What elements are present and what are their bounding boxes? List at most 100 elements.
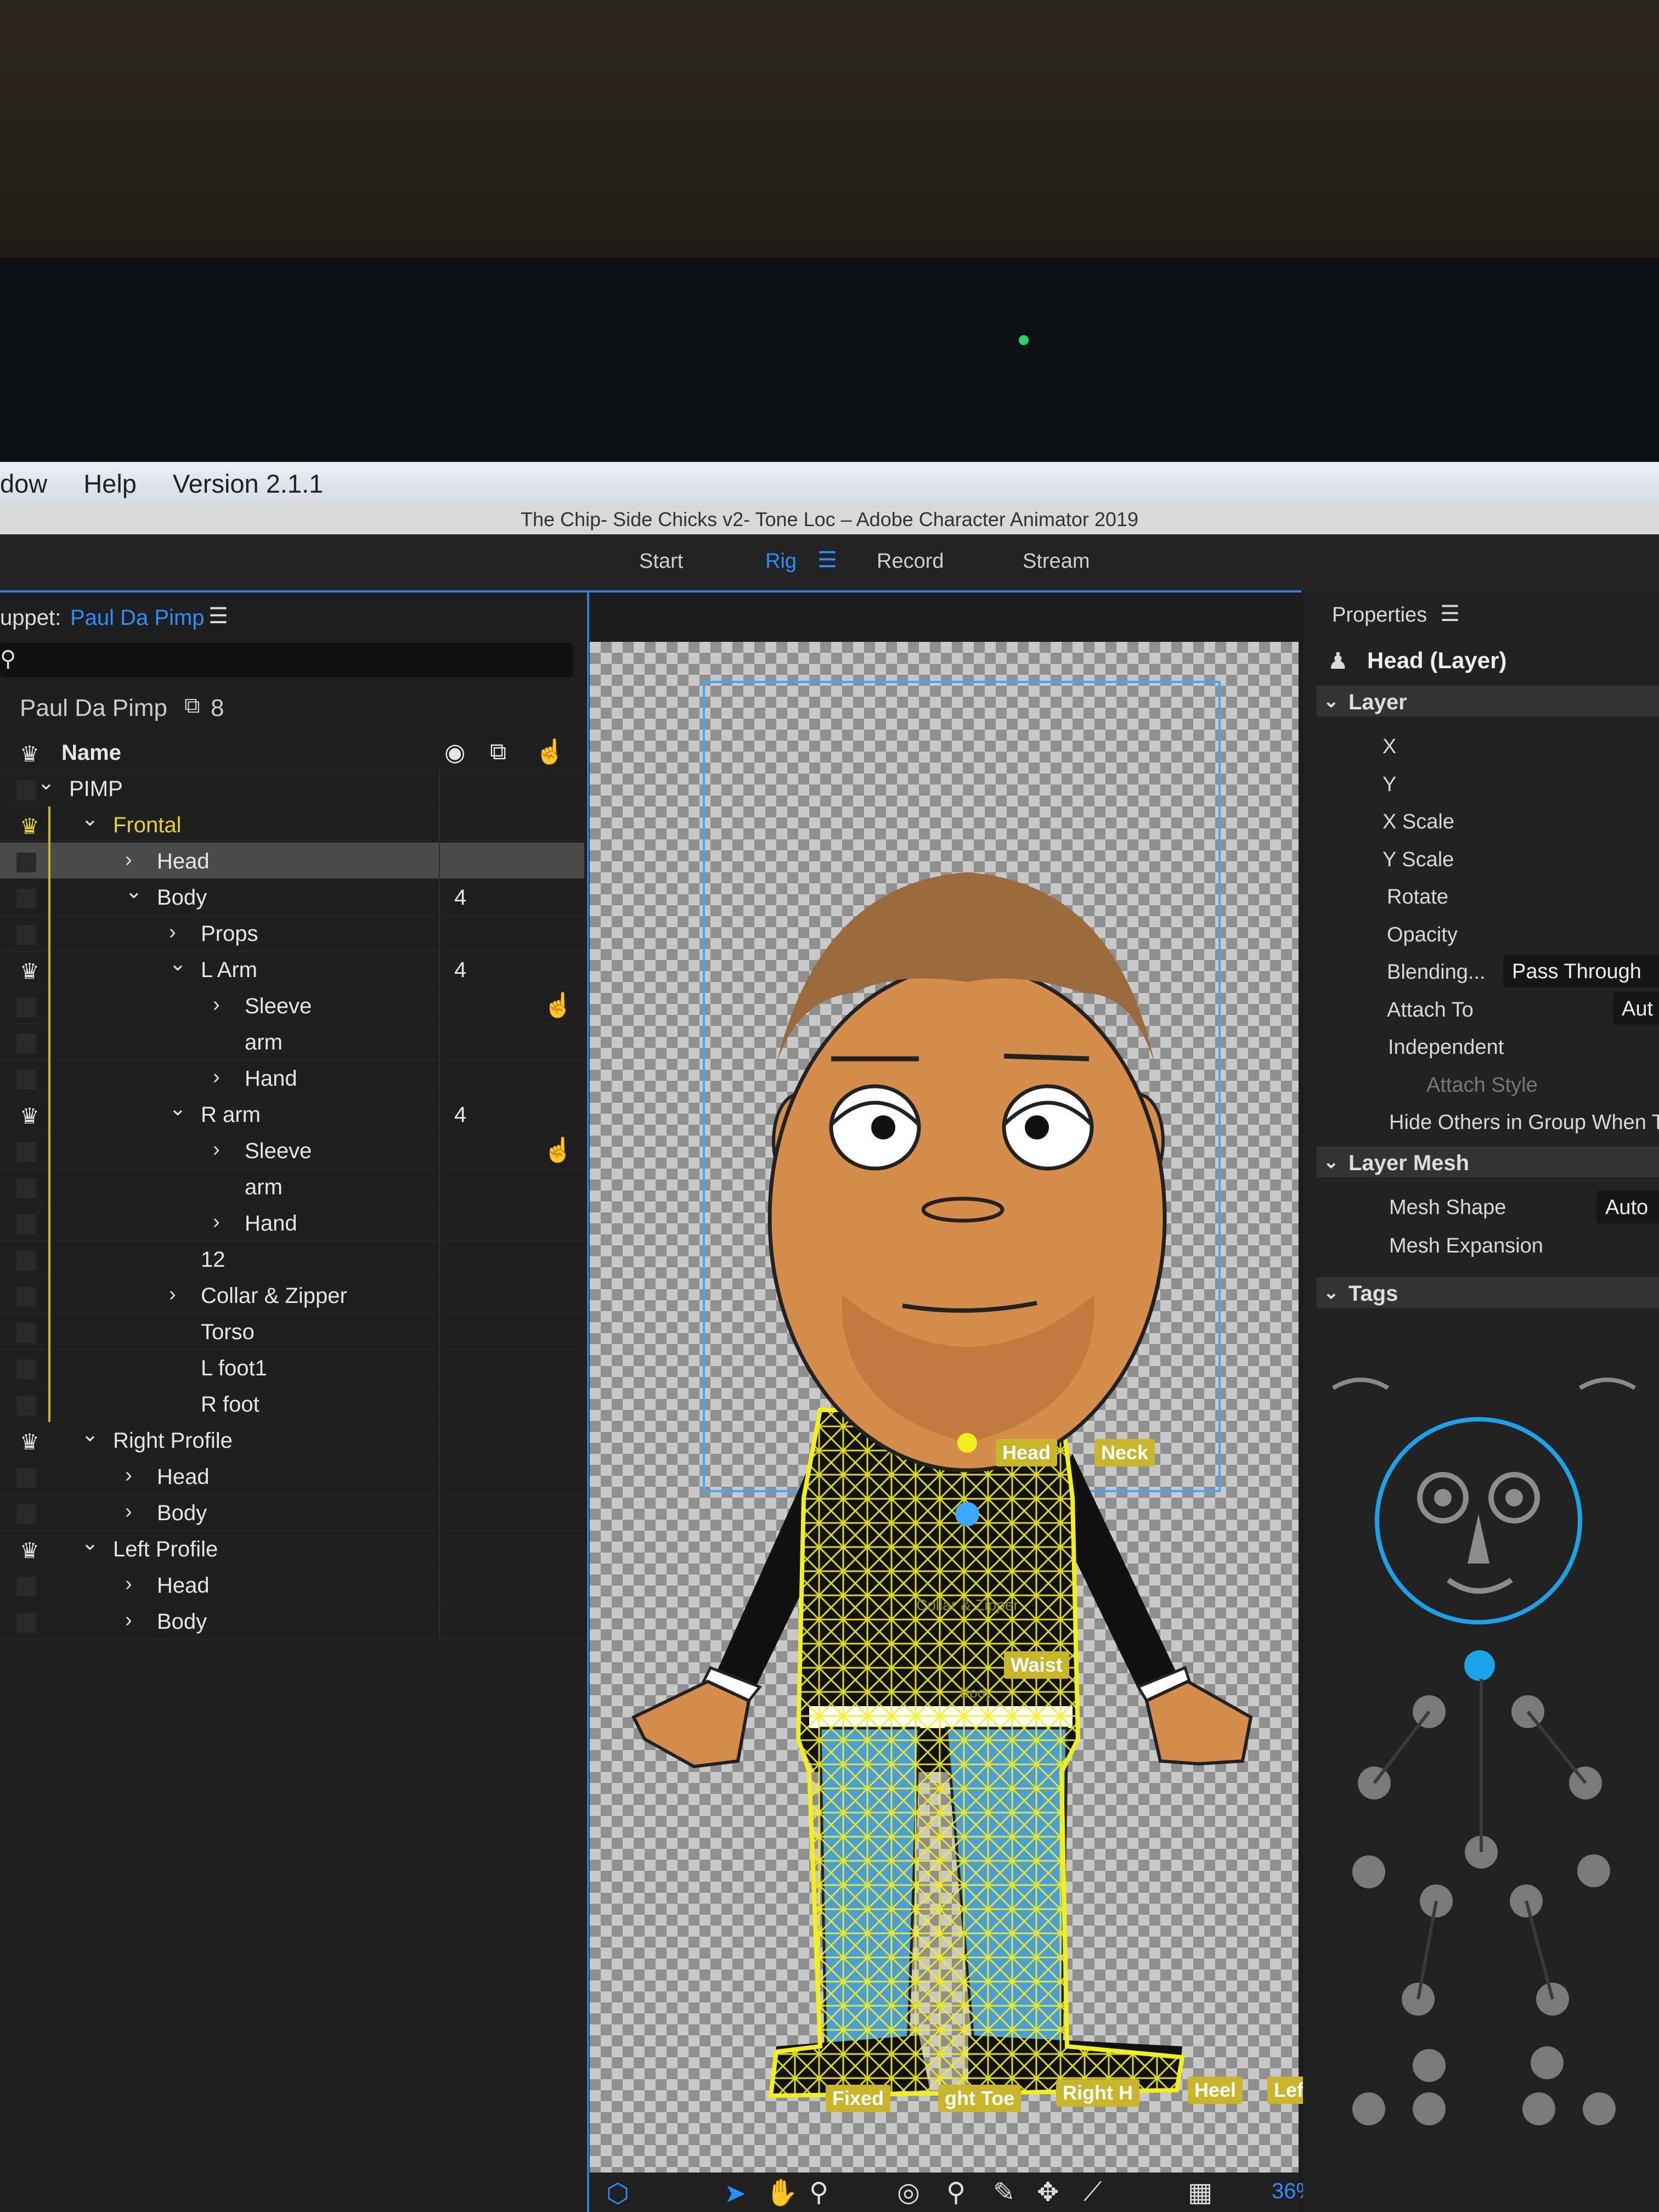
tab-rig[interactable]: Rig <box>765 550 797 573</box>
chevron-right-icon[interactable]: › <box>213 1210 220 1234</box>
tree-row[interactable]: 12 <box>0 1241 584 1277</box>
camera-icon[interactable]: ⧉ <box>490 738 506 765</box>
visibility-toggle[interactable] <box>16 1034 36 1053</box>
chevron-down-icon[interactable]: ⌄ <box>81 1531 99 1555</box>
chevron-right-icon[interactable]: › <box>213 993 220 1017</box>
tree-row[interactable]: ♛ ⌄ R arm 4 <box>0 1096 584 1132</box>
origin-handle[interactable] <box>955 1502 979 1526</box>
visibility-toggle[interactable] <box>16 1504 36 1524</box>
chevron-down-icon[interactable]: ⌄ <box>125 879 143 904</box>
tag-heel[interactable]: Heel <box>1188 2076 1243 2104</box>
chevron-down-icon[interactable]: ⌄ <box>37 770 55 795</box>
crown-icon[interactable]: ♛ <box>20 1538 40 1564</box>
tree-row[interactable]: L foot1 <box>0 1350 584 1386</box>
search-input[interactable]: ⚲ <box>0 643 573 677</box>
transparency-grid-icon[interactable]: ▦ <box>1188 2177 1212 2208</box>
chevron-right-icon[interactable]: › <box>125 1464 132 1487</box>
visibility-toggle[interactable] <box>16 925 36 945</box>
tree-row[interactable]: › Head <box>0 843 584 879</box>
tab-start[interactable]: Start <box>639 550 683 573</box>
section-tags[interactable]: ⌄ Tags <box>1317 1277 1659 1308</box>
tag-right-heel[interactable]: Right H <box>1056 2079 1139 2107</box>
hand-icon[interactable]: ☝ <box>535 737 565 766</box>
visibility-toggle[interactable] <box>16 1178 36 1198</box>
select-tool-icon[interactable]: ➤ <box>724 2178 746 2209</box>
tree-row[interactable]: ♛ ⌄ Frontal <box>0 806 584 843</box>
chevron-right-icon[interactable]: › <box>213 1065 220 1089</box>
visibility-toggle[interactable] <box>16 997 36 1017</box>
tag-waist[interactable]: Waist <box>1004 1651 1069 1679</box>
tree-row[interactable]: › Hand <box>0 1060 584 1096</box>
section-layer[interactable]: ⌄ Layer <box>1317 686 1659 716</box>
crown-icon[interactable]: ♛ <box>20 814 40 839</box>
tree-row[interactable]: › Sleeve ☝ <box>0 1132 584 1169</box>
section-layer-mesh[interactable]: ⌄ Layer Mesh <box>1317 1147 1659 1177</box>
hand-icon[interactable]: ☝ <box>543 1136 573 1164</box>
visibility-icon[interactable]: ◉ <box>444 738 465 766</box>
crown-icon[interactable]: ♛ <box>20 1430 40 1455</box>
visibility-toggle[interactable] <box>16 1577 36 1596</box>
tree-row[interactable]: R foot <box>0 1386 584 1422</box>
rig-menu-icon[interactable]: ☰ <box>817 548 837 573</box>
visibility-toggle[interactable] <box>16 1613 36 1633</box>
origin-tool-icon[interactable]: ◎ <box>897 2177 920 2208</box>
tag-right-toe[interactable]: ght Toe <box>938 2085 1022 2112</box>
chevron-down-icon[interactable]: ⌄ <box>81 1422 99 1447</box>
hand-icon[interactable]: ☝ <box>543 991 573 1019</box>
tree-row[interactable]: ⌄ Body 4 <box>0 879 584 915</box>
tree-row[interactable]: › Props <box>0 915 584 951</box>
menu-help[interactable]: Help <box>83 469 137 499</box>
puppet-root-row[interactable]: Paul Da Pimp ⧉ 8 <box>0 686 582 730</box>
mesh-tool-icon[interactable]: ⬡ <box>606 2178 629 2209</box>
visibility-toggle[interactable] <box>16 889 36 909</box>
properties-menu-icon[interactable]: ☰ <box>1440 601 1460 627</box>
visibility-toggle[interactable] <box>16 1323 36 1343</box>
visibility-toggle[interactable] <box>16 1070 36 1090</box>
mesh-shape-select[interactable]: Auto <box>1596 1190 1659 1223</box>
chevron-down-icon[interactable]: ⌄ <box>81 806 99 831</box>
tree-row[interactable]: arm <box>0 1169 584 1205</box>
tag-picker[interactable] <box>1317 1328 1659 2212</box>
chevron-right-icon[interactable]: › <box>169 921 176 944</box>
attach-to-select[interactable]: Aut <box>1613 992 1659 1025</box>
hand-tool-icon[interactable]: ✋ <box>765 2177 798 2208</box>
tree-row[interactable]: › Body <box>0 1494 584 1531</box>
tree-row[interactable]: ♛ ⌄ Left Profile <box>0 1531 584 1567</box>
visibility-toggle[interactable] <box>16 780 36 800</box>
tag-head[interactable]: Head <box>996 1439 1058 1466</box>
chevron-down-icon[interactable]: ⌄ <box>169 951 187 976</box>
chevron-right-icon[interactable]: › <box>125 1609 132 1632</box>
chevron-down-icon[interactable]: ⌄ <box>169 1096 187 1121</box>
visibility-toggle[interactable] <box>16 1251 36 1271</box>
chevron-right-icon[interactable]: › <box>169 1283 176 1306</box>
menu-window[interactable]: dow <box>0 469 47 499</box>
crown-icon[interactable]: ♛ <box>20 959 40 984</box>
tree-row[interactable]: › Sleeve ☝ <box>0 988 584 1024</box>
visibility-toggle[interactable] <box>16 1396 36 1415</box>
visibility-toggle[interactable] <box>16 853 36 872</box>
tree-row[interactable]: Torso <box>0 1313 584 1350</box>
chevron-right-icon[interactable]: › <box>213 1138 220 1161</box>
tab-record[interactable]: Record <box>877 550 944 573</box>
tree-row[interactable]: › Collar & Zipper <box>0 1277 584 1313</box>
tree-row[interactable]: › Head <box>0 1567 584 1603</box>
tree-row[interactable]: arm <box>0 1024 584 1060</box>
tree-row[interactable]: › Head <box>0 1458 584 1494</box>
neck-handle[interactable] <box>957 1433 977 1453</box>
tree-row[interactable]: ⌄ PIMP <box>0 770 584 806</box>
zoom-tool-icon[interactable]: ⚲ <box>809 2177 828 2208</box>
pin-tool-icon[interactable]: ✎ <box>993 2177 1015 2208</box>
tree-row[interactable]: › Hand <box>0 1205 584 1241</box>
tag-neck[interactable]: Neck <box>1094 1439 1155 1466</box>
panel-menu-icon[interactable]: ☰ <box>208 603 228 629</box>
puppet-artwork[interactable] <box>590 642 1299 2172</box>
tree-row[interactable]: ♛ ⌄ L Arm 4 <box>0 951 584 988</box>
visibility-toggle[interactable] <box>16 1287 36 1307</box>
move-tool-icon[interactable]: ✥ <box>1037 2177 1059 2208</box>
tag-fixed[interactable]: Fixed <box>826 2085 891 2112</box>
tree-row[interactable]: › Body <box>0 1603 584 1639</box>
visibility-toggle[interactable] <box>16 1142 36 1162</box>
tree-row[interactable]: ♛ ⌄ Right Profile <box>0 1422 584 1458</box>
stick-tool-icon[interactable]: ⟋ <box>1084 2177 1102 2208</box>
visibility-toggle[interactable] <box>16 1468 36 1488</box>
